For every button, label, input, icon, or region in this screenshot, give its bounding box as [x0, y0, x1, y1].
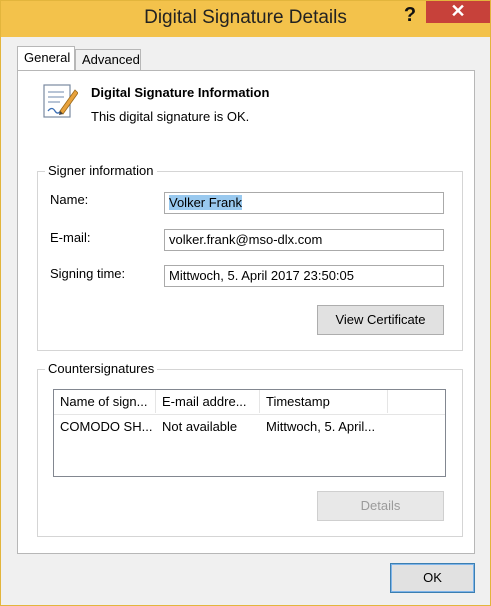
signer-information-group: Signer information Name: Volker Frank E-… — [37, 163, 463, 351]
signature-status: This digital signature is OK. — [91, 109, 250, 124]
row-name-cell: COMODO SH... — [60, 419, 153, 434]
row-email-cell: Not available — [162, 419, 238, 434]
column-header-timestamp[interactable]: Timestamp — [260, 390, 388, 413]
signature-heading: Digital Signature Information — [91, 85, 270, 100]
details-button[interactable]: Details — [317, 491, 444, 521]
tab-general[interactable]: General — [17, 46, 75, 70]
certificate-pen-icon — [43, 84, 78, 118]
ok-button[interactable]: OK — [390, 563, 475, 593]
general-tab-panel: Digital Signature Information This digit… — [17, 70, 475, 554]
row-timestamp-cell: Mittwoch, 5. April... — [266, 419, 376, 434]
name-value: Volker Frank — [169, 195, 242, 210]
list-header: Name of sign... E-mail addre... Timestam… — [54, 390, 445, 415]
countersignatures-group-title: Countersignatures — [45, 361, 158, 376]
email-field[interactable]: volker.frank@mso-dlx.com — [164, 229, 444, 251]
email-label: E-mail: — [50, 230, 91, 245]
countersignatures-group: Countersignatures Name of sign... E-mail… — [37, 361, 463, 537]
name-field[interactable]: Volker Frank — [164, 192, 444, 214]
help-button[interactable]: ? — [397, 1, 423, 31]
signing-time-field[interactable]: Mittwoch, 5. April 2017 23:50:05 — [164, 265, 444, 287]
column-header-email[interactable]: E-mail addre... — [156, 390, 260, 413]
countersignatures-list[interactable]: Name of sign... E-mail addre... Timestam… — [53, 389, 446, 477]
column-header-name[interactable]: Name of sign... — [54, 390, 156, 413]
tab-advanced[interactable]: Advanced — [75, 49, 141, 70]
dialog-window: Digital Signature Details ? ✕ General Ad… — [0, 0, 491, 606]
signing-time-label: Signing time: — [50, 266, 126, 281]
title-bar[interactable]: Digital Signature Details ? ✕ — [1, 1, 490, 37]
signer-group-title: Signer information — [45, 163, 157, 178]
name-label: Name: — [50, 192, 89, 207]
view-certificate-button[interactable]: View Certificate — [317, 305, 444, 335]
close-button[interactable]: ✕ — [426, 1, 490, 23]
